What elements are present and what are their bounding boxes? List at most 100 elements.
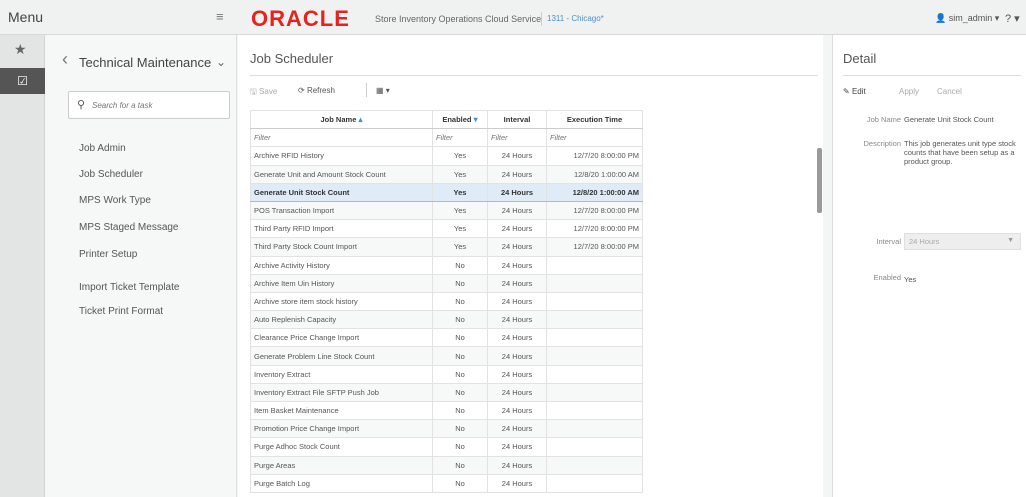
table-row[interactable]: Generate Unit and Amount Stock Count Yes 2… xyxy=(250,164,643,184)
cell-name: Third Party Stock Count Import xyxy=(250,237,433,257)
cell-time: 12/7/20 8:00:00 PM xyxy=(546,200,643,221)
column-header-enabled[interactable]: Enabled ▾ xyxy=(432,109,488,130)
interval-select[interactable]: 24 Hours ▼ xyxy=(904,233,1021,250)
apply-button[interactable]: Apply xyxy=(899,87,919,96)
table-row[interactable]: Clearance Price Change Import No 24 Hours xyxy=(250,328,643,348)
enabled-value: Yes xyxy=(904,275,917,284)
table-row[interactable]: Item Basket Maintenance No 24 Hours xyxy=(250,400,643,421)
cell-time xyxy=(546,255,643,275)
nav-item-job-admin[interactable]: Job Admin xyxy=(79,143,126,154)
table-header-row: Job Name ▴ Enabled ▾ Interval Execution … xyxy=(250,109,643,130)
enabled-filter[interactable] xyxy=(436,133,484,143)
user-menu[interactable]: 👤 sim_admin ▾ xyxy=(935,13,999,24)
execution-time-filter[interactable] xyxy=(550,133,639,143)
cell-interval: 24 Hours xyxy=(487,219,547,239)
cell-enabled: No xyxy=(432,273,488,293)
nav-item-mps-staged-message[interactable]: MPS Staged Message xyxy=(79,222,179,233)
collapse-menu-icon[interactable]: ≡ xyxy=(216,9,224,24)
filter-cell[interactable] xyxy=(432,128,488,148)
table-row[interactable]: Generate Unit Stock Count Yes 24 Hours 12/8… xyxy=(250,182,643,202)
table-row[interactable]: Archive store item stock history No 24 Hou… xyxy=(250,291,643,312)
cell-name: Promotion Price Change Import xyxy=(250,419,433,439)
save-button[interactable]: 🖫 Save xyxy=(250,86,277,100)
table-row[interactable]: Purge Batch Log No 24 Hours xyxy=(250,473,643,493)
cell-interval: 24 Hours xyxy=(487,200,547,221)
cell-interval: 24 Hours xyxy=(487,273,547,293)
description-label: Description xyxy=(863,139,901,148)
chevron-down-icon[interactable]: ⌄ xyxy=(216,55,226,69)
cell-enabled: No xyxy=(432,310,488,330)
cell-enabled: No xyxy=(432,328,488,348)
task-search-input[interactable] xyxy=(92,97,227,113)
edit-button[interactable]: ✎ Edit xyxy=(843,87,866,96)
detail-divider xyxy=(843,75,1021,76)
table-row[interactable]: Promotion Price Change Import No 24 Hours xyxy=(250,419,643,439)
cell-enabled: No xyxy=(432,455,488,475)
help-menu[interactable]: ? ▾ xyxy=(1005,12,1020,25)
refresh-label: Refresh xyxy=(306,86,335,95)
cell-name: Generate Problem Line Stock Count xyxy=(250,346,433,366)
filter-cell[interactable] xyxy=(546,128,643,148)
refresh-button[interactable]: ⟳ Refresh xyxy=(298,86,335,95)
table-row[interactable]: Auto Replenish Capacity No 24 Hours xyxy=(250,310,643,330)
store-selector[interactable]: 1311 - Chicago* xyxy=(547,14,604,23)
chevron-down-icon: ▼ xyxy=(1007,237,1014,244)
table-row[interactable]: Purge Areas No 24 Hours xyxy=(250,455,643,475)
back-chevron-icon[interactable]: ‹ xyxy=(62,49,68,70)
task-search[interactable]: ⚲ xyxy=(68,91,230,119)
detail-panel: Detail ✎ Edit Apply Cancel Job Name Gene… xyxy=(832,35,1026,497)
interval-filter[interactable] xyxy=(491,133,543,143)
cell-enabled: No xyxy=(432,291,488,312)
cell-interval: 24 Hours xyxy=(487,182,547,202)
title-divider xyxy=(250,75,818,76)
cell-interval: 24 Hours xyxy=(487,164,547,184)
page-title: Job Scheduler xyxy=(250,51,334,66)
column-header-execution-time[interactable]: Execution Time xyxy=(546,109,643,130)
cell-interval: 24 Hours xyxy=(487,237,547,257)
cell-interval: 24 Hours xyxy=(487,473,547,493)
cancel-button[interactable]: Cancel xyxy=(937,87,962,96)
nav-item-mps-work-type[interactable]: MPS Work Type xyxy=(79,195,151,206)
cell-interval: 24 Hours xyxy=(487,455,547,475)
job-name-filter[interactable] xyxy=(254,133,429,143)
column-header-interval[interactable]: Interval xyxy=(487,109,547,130)
table-row[interactable]: Inventory Extract File SFTP Push Job No 24… xyxy=(250,382,643,403)
cell-name: Purge Batch Log xyxy=(250,473,433,493)
cell-name: Archive store item stock history xyxy=(250,291,433,312)
cell-time: 12/7/20 8:00:00 PM xyxy=(546,237,643,257)
table-row[interactable]: Archive Item Uin History No 24 Hours xyxy=(250,273,643,293)
enabled-header-label: Enabled xyxy=(442,115,472,125)
columns-menu-button[interactable]: ▦ ▾ xyxy=(376,86,390,95)
cell-time xyxy=(546,382,643,403)
star-icon[interactable]: ★ xyxy=(14,41,27,58)
nav-item-job-scheduler[interactable]: Job Scheduler xyxy=(79,169,143,180)
sort-descending-icon[interactable]: ▾ xyxy=(474,115,478,124)
cell-time xyxy=(546,400,643,421)
cell-time xyxy=(546,364,643,384)
nav-item-import-ticket-template[interactable]: Import Ticket Template xyxy=(79,282,179,293)
column-header-job-name[interactable]: Job Name ▴ xyxy=(250,109,433,130)
nav-item-ticket-print-format[interactable]: Ticket Print Format xyxy=(79,306,163,317)
filter-cell[interactable] xyxy=(250,128,433,148)
table-row[interactable]: POS Transaction Import Yes 24 Hours 12/7/20… xyxy=(250,200,643,221)
table-row[interactable]: Archive Activity History No 24 Hours xyxy=(250,255,643,275)
filter-cell[interactable] xyxy=(487,128,547,148)
cell-time: 12/7/20 8:00:00 PM xyxy=(546,146,643,166)
filter-row xyxy=(250,128,643,148)
cell-interval: 24 Hours xyxy=(487,419,547,439)
table-row[interactable]: Inventory Extract No 24 Hours xyxy=(250,364,643,384)
nav-item-printer-setup[interactable]: Printer Setup xyxy=(79,249,137,260)
table-row[interactable]: Archive RFID History Yes 24 Hours 12/7/20 8… xyxy=(250,146,643,166)
table-row[interactable]: Third Party Stock Count Import Yes 24 Hour… xyxy=(250,237,643,257)
task-icon[interactable]: ☑ xyxy=(0,68,45,94)
table-row[interactable]: Generate Problem Line Stock Count No 24 Ho… xyxy=(250,346,643,366)
cell-enabled: Yes xyxy=(432,146,488,166)
cell-time xyxy=(546,328,643,348)
table-row[interactable]: Third Party RFID Import Yes 24 Hours 12/7/2… xyxy=(250,219,643,239)
cell-name: POS Transaction Import xyxy=(250,200,433,221)
sort-ascending-icon[interactable]: ▴ xyxy=(358,115,362,124)
cell-enabled: Yes xyxy=(432,219,488,239)
table-row[interactable]: Purge Adhoc Stock Count No 24 Hours xyxy=(250,437,643,457)
enabled-label: Enabled xyxy=(873,273,901,282)
vertical-scrollbar[interactable] xyxy=(817,148,822,213)
